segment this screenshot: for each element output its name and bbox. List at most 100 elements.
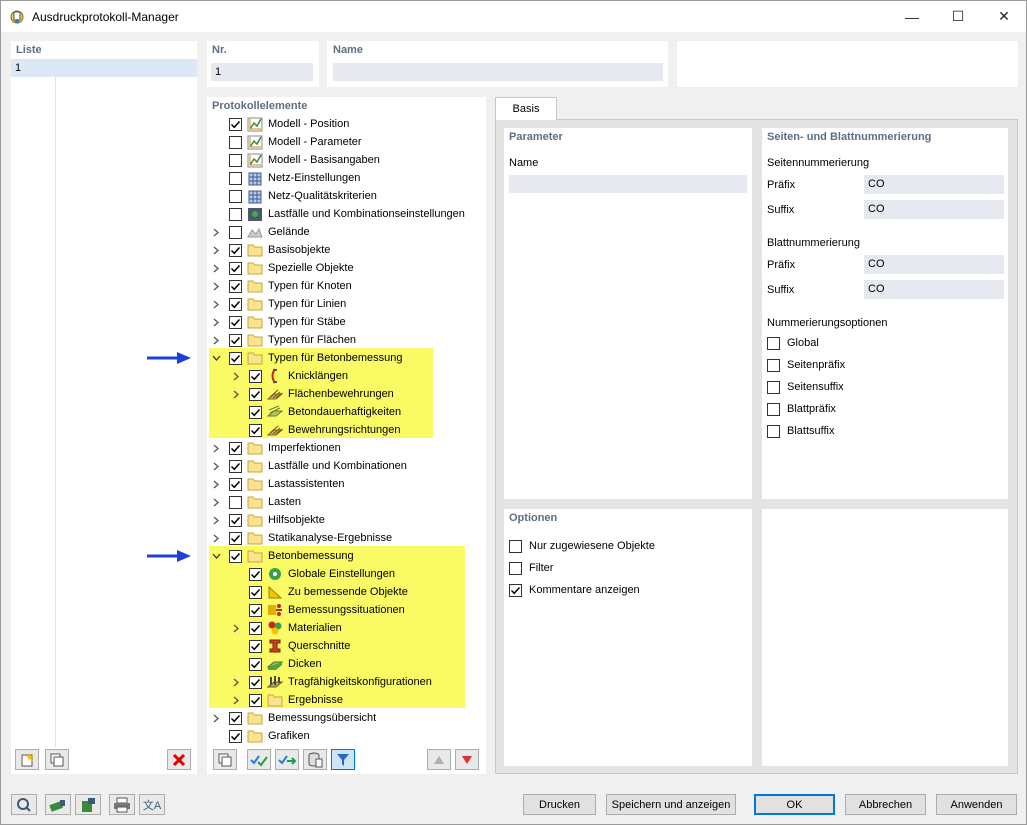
tree-item[interactable]: Hilfsobjekte [209, 511, 325, 529]
settings-button[interactable] [75, 794, 101, 815]
tree-item[interactable]: Tragfähigkeitskonfigurationen [229, 673, 432, 691]
tree-checkbox[interactable] [229, 531, 242, 545]
sheet-prefix-input[interactable]: CO [864, 255, 1004, 274]
tree-checkbox[interactable] [229, 549, 242, 563]
name-input[interactable] [333, 63, 663, 81]
tree-item[interactable]: Imperfektionen [209, 439, 341, 457]
tree-checkbox[interactable] [249, 405, 262, 419]
tree-checkbox[interactable] [249, 693, 262, 707]
expand-chevron-icon[interactable] [209, 493, 223, 511]
tree-item[interactable]: Typen für Knoten [209, 277, 352, 295]
tree-checkbox[interactable] [229, 279, 242, 293]
tree-checkbox[interactable] [229, 135, 242, 149]
numbering-option[interactable]: Blattsuffix [767, 423, 835, 439]
tree-checkbox[interactable] [229, 351, 242, 365]
expand-chevron-icon[interactable] [229, 673, 243, 691]
tree-item[interactable]: Typen für Betonbemessung [209, 349, 403, 367]
units-button[interactable] [45, 794, 71, 815]
tree-item[interactable]: Bewehrungsrichtungen [229, 421, 401, 439]
tree-item[interactable]: Globale Einstellungen [229, 565, 395, 583]
tree-checkbox[interactable] [229, 117, 242, 131]
print-icon[interactable] [109, 794, 135, 815]
expand-chevron-icon[interactable] [229, 367, 243, 385]
tree-checkbox[interactable] [229, 171, 242, 185]
tree-checkbox[interactable] [249, 585, 262, 599]
tree-item[interactable]: Modell - Basisangaben [209, 151, 380, 169]
tree-item[interactable]: Typen für Linien [209, 295, 346, 313]
tree-item[interactable]: Betonbemessung [209, 547, 354, 565]
tree-checkbox[interactable] [229, 441, 242, 455]
expand-chevron-icon[interactable] [209, 529, 223, 547]
option-item[interactable]: Nur zugewiesene Objekte [509, 538, 655, 554]
tree-item[interactable]: Querschnitte [229, 637, 350, 655]
expand-chevron-icon[interactable] [209, 331, 223, 349]
tree-checkbox[interactable] [229, 189, 242, 203]
tree-checkbox[interactable] [249, 657, 262, 671]
tree-checkbox[interactable] [229, 459, 242, 473]
move-down-button[interactable] [455, 749, 479, 770]
tree-item[interactable]: Basisobjekte [209, 241, 330, 259]
option-checkbox[interactable] [509, 539, 522, 553]
database-button[interactable] [303, 749, 327, 770]
save-and-show-button[interactable]: Speichern und anzeigen [606, 794, 736, 815]
tab-basis[interactable]: Basis [495, 97, 557, 120]
check-selected-button[interactable] [275, 749, 299, 770]
tree-item[interactable]: Ergebnisse [229, 691, 343, 709]
option-item[interactable]: Filter [509, 560, 553, 576]
move-up-button[interactable] [427, 749, 451, 770]
expand-chevron-icon[interactable] [209, 259, 223, 277]
expand-chevron-icon[interactable] [209, 511, 223, 529]
option-checkbox[interactable] [767, 336, 780, 350]
tree-checkbox[interactable] [229, 513, 242, 527]
tree-item[interactable]: Materialien [229, 619, 342, 637]
tree-checkbox[interactable] [229, 153, 242, 167]
option-item[interactable]: Kommentare anzeigen [509, 582, 640, 598]
tree-checkbox[interactable] [229, 207, 242, 221]
copy-tree-button[interactable] [213, 749, 237, 770]
tree-item[interactable]: Flächenbewehrungen [229, 385, 394, 403]
apply-button[interactable]: Anwenden [936, 794, 1017, 815]
tree-checkbox[interactable] [229, 261, 242, 275]
tree-checkbox[interactable] [249, 639, 262, 653]
tree-item[interactable]: Typen für Stäbe [209, 313, 346, 331]
tree-checkbox[interactable] [249, 369, 262, 383]
tree-item[interactable]: Dicken [229, 655, 322, 673]
tree-checkbox[interactable] [229, 243, 242, 257]
option-checkbox[interactable] [509, 561, 522, 575]
numbering-option[interactable]: Global [767, 335, 819, 351]
expand-chevron-icon[interactable] [209, 457, 223, 475]
expand-chevron-icon[interactable] [229, 385, 243, 403]
check-all-button[interactable] [247, 749, 271, 770]
option-checkbox[interactable] [509, 583, 522, 597]
tree-checkbox[interactable] [229, 729, 242, 743]
tree-item[interactable]: Lastfälle und Kombinationseinstellungen [209, 205, 465, 223]
expand-chevron-icon[interactable] [209, 295, 223, 313]
new-list-button[interactable] [15, 749, 39, 770]
tree-item[interactable]: Lastassistenten [209, 475, 344, 493]
expand-chevron-icon[interactable] [209, 241, 223, 259]
expand-chevron-icon[interactable] [209, 439, 223, 457]
option-checkbox[interactable] [767, 402, 780, 416]
close-icon[interactable]: ✕ [981, 1, 1027, 32]
tree-item[interactable]: Netz-Qualitätskriterien [209, 187, 377, 205]
ok-button[interactable]: OK [754, 794, 835, 815]
tree-item[interactable]: Lastfälle und Kombinationen [209, 457, 407, 475]
page-suffix-input[interactable]: CO [864, 200, 1004, 219]
tree-item[interactable]: Grafiken [209, 727, 310, 745]
tree-checkbox[interactable] [249, 603, 262, 617]
expand-chevron-icon[interactable] [209, 475, 223, 493]
tree-item[interactable]: Lasten [209, 493, 301, 511]
tree-checkbox[interactable] [229, 333, 242, 347]
print-button[interactable]: Drucken [523, 794, 596, 815]
list-item[interactable]: 1 [11, 59, 197, 77]
collapse-chevron-icon[interactable] [209, 547, 223, 565]
tree-checkbox[interactable] [249, 675, 262, 689]
option-checkbox[interactable] [767, 358, 780, 372]
tree-checkbox[interactable] [249, 621, 262, 635]
option-checkbox[interactable] [767, 424, 780, 438]
page-prefix-input[interactable]: CO [864, 175, 1004, 194]
parameter-name-input[interactable] [509, 175, 747, 193]
numbering-option[interactable]: Blattpräfix [767, 401, 836, 417]
tree-item[interactable]: Betondauerhaftigkeiten [229, 403, 401, 421]
tree-item[interactable]: Gelände [209, 223, 310, 241]
